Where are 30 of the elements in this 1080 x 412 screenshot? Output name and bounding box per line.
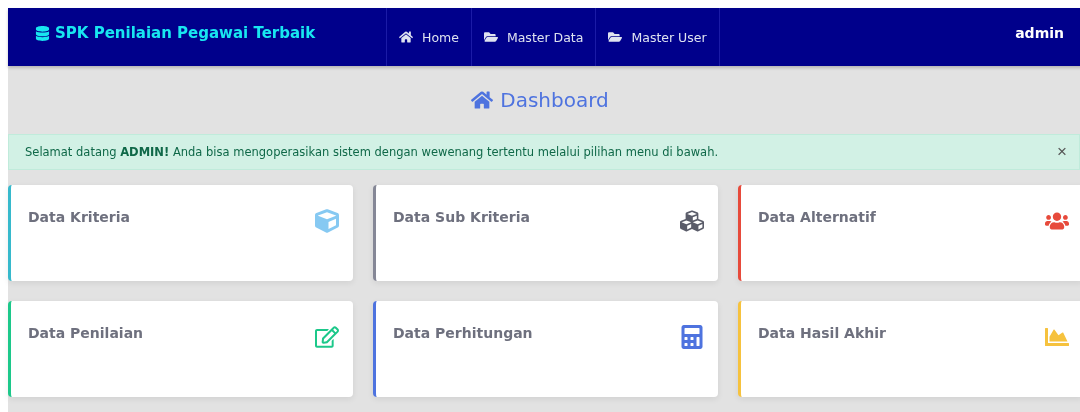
- brand-title[interactable]: SPK Penilaian Pegawai Terbaik: [8, 0, 358, 66]
- nav-link[interactable]: Master Data: [470, 8, 596, 66]
- area-chart-icon: [1045, 325, 1069, 349]
- folder-icon: [483, 30, 498, 44]
- dashboard-card[interactable]: Data Alternatif: [738, 185, 1080, 281]
- user-name[interactable]: admin: [1015, 0, 1064, 66]
- card-title: Data Kriteria: [28, 209, 130, 225]
- card-title: Data Sub Kriteria: [393, 209, 530, 225]
- dashboard-card[interactable]: Data Sub Kriteria: [373, 185, 718, 281]
- dashboard-card[interactable]: Data Perhitungan: [373, 301, 718, 397]
- home-icon: [471, 89, 494, 111]
- calculator-icon: [680, 325, 704, 349]
- dashboard-card[interactable]: Data Penilaian: [8, 301, 353, 397]
- nav-link[interactable]: Home: [386, 8, 471, 66]
- cube-icon: [315, 209, 339, 233]
- dashboard-card[interactable]: Data Hasil Akhir: [738, 301, 1080, 397]
- page-title: Dashboard: [500, 88, 609, 112]
- database-icon: [35, 25, 50, 41]
- close-button[interactable]: ×: [1057, 142, 1067, 162]
- card-title: Data Penilaian: [28, 325, 144, 341]
- cubes-icon: [680, 209, 704, 233]
- card-title: Data Perhitungan: [393, 325, 533, 341]
- alert-message: Selamat datang ADMIN! Anda bisa mengoperasikan sistem dengan wewenang tertentu melalui pilihan menu di bawah.: [25, 145, 719, 159]
- card-title: Data Hasil Akhir: [758, 325, 886, 341]
- folder-icon: [608, 30, 623, 44]
- edit-icon: [315, 325, 339, 349]
- nav-link[interactable]: Master User: [595, 8, 720, 66]
- card-title: Data Alternatif: [758, 209, 876, 225]
- dashboard-card[interactable]: Data Kriteria: [8, 185, 353, 281]
- home-icon: [399, 30, 413, 44]
